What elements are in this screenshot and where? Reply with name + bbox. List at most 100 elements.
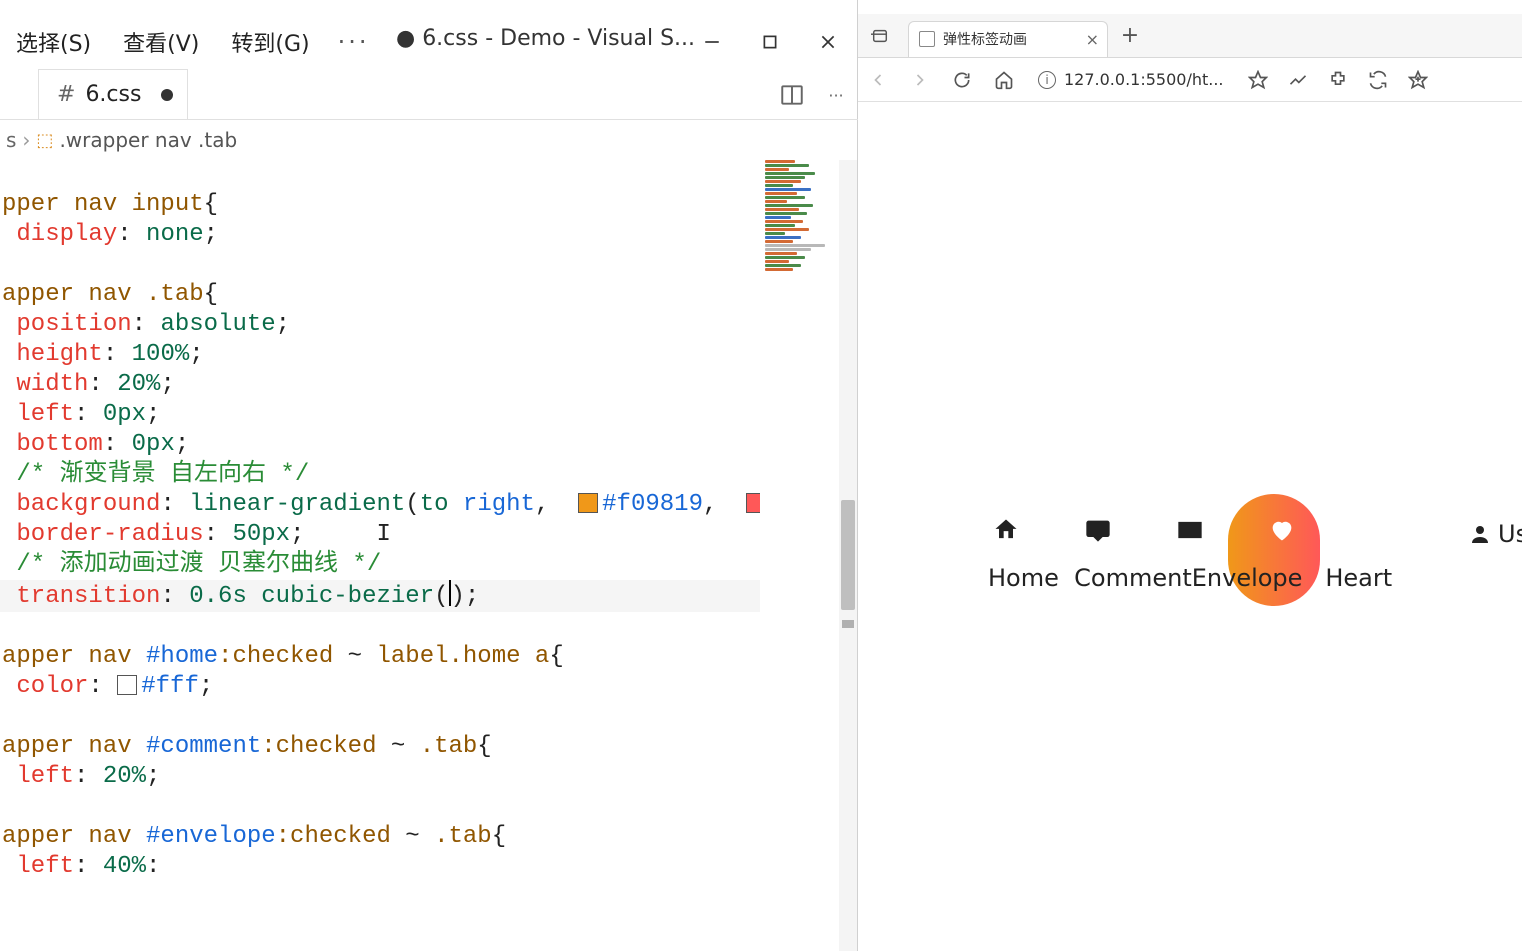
minimap[interactable] <box>765 160 835 300</box>
code-op: ~ <box>376 733 419 760</box>
scrollbar-thumb[interactable] <box>841 500 855 610</box>
code-prop: left <box>16 763 74 790</box>
code-prop: transition <box>16 583 160 610</box>
reload-button[interactable] <box>942 60 982 100</box>
maximize-button[interactable] <box>741 14 799 70</box>
nav-label-comment[interactable]: Comment <box>1074 564 1192 592</box>
menu-select[interactable]: 选择(S) <box>0 20 107 64</box>
tab-close-button[interactable]: × <box>1086 30 1099 49</box>
code-prop: background <box>16 491 160 518</box>
code-val: 20% <box>117 371 160 398</box>
code-prop: display <box>16 221 117 248</box>
sync-button[interactable] <box>1358 60 1398 100</box>
code-prop: color <box>16 673 88 700</box>
code-op: ~ <box>391 823 434 850</box>
chevron-right-icon: › <box>22 128 30 152</box>
code-prop: border-radius <box>16 521 203 548</box>
breadcrumb-prefix: s <box>6 128 16 152</box>
extensions-button[interactable] <box>1318 60 1358 100</box>
code-prop: width <box>16 371 88 398</box>
nav-envelope-icon[interactable] <box>1172 512 1208 548</box>
code-pseudo: :checked <box>261 733 376 760</box>
favicon-icon <box>919 31 935 47</box>
minimize-button[interactable] <box>683 14 741 70</box>
code-val: 0px <box>132 431 175 458</box>
menu-view[interactable]: 查看(V) <box>107 20 215 64</box>
nav-label-home[interactable]: Home <box>988 564 1059 592</box>
code-val: absolute <box>160 311 275 338</box>
window-title: ● 6.css - Demo - Visual S... <box>390 26 695 51</box>
code-dir: right <box>463 491 535 518</box>
code-comment: /* 渐变背景 自左向右 */ <box>16 461 309 488</box>
code-val: none <box>146 221 204 248</box>
code-pseudo: :checked <box>276 823 391 850</box>
favorites-button[interactable] <box>1238 60 1278 100</box>
color-swatch-icon[interactable] <box>746 493 760 513</box>
code-selector: apper nav <box>2 823 146 850</box>
file-tab-name: 6.css <box>85 82 141 107</box>
nav-label-heart[interactable]: Heart <box>1325 564 1392 592</box>
window-controls <box>683 14 857 70</box>
code-prop: position <box>16 311 131 338</box>
code-id: #comment <box>146 733 261 760</box>
code-selector: apper nav <box>2 643 146 670</box>
breadcrumb[interactable]: s › ⬚ .wrapper nav .tab <box>0 120 858 160</box>
code-val: 40% <box>103 853 146 880</box>
editor-more-button[interactable]: ··· <box>814 73 858 117</box>
url-text: 127.0.0.1:5500/ht... <box>1064 70 1224 89</box>
nav-heart-icon[interactable] <box>1264 512 1300 548</box>
code-selector: label.home a <box>376 643 549 670</box>
new-tab-button[interactable]: + <box>1114 20 1146 52</box>
nav-comment-icon[interactable] <box>1080 512 1116 548</box>
code-prop: left <box>16 853 74 880</box>
code-val: 100% <box>132 341 190 368</box>
nav-labels-row: Home Comment Envelope Heart <box>988 564 1508 592</box>
menu-goto[interactable]: 转到(G) <box>215 20 325 64</box>
nav-home-icon[interactable] <box>988 512 1024 548</box>
code-selector: pper nav input <box>2 191 204 218</box>
vscode-window: 选择(S) 查看(V) 转到(G) ··· ● 6.css - Demo - V… <box>0 0 858 951</box>
back-button[interactable] <box>858 60 898 100</box>
code-id: #home <box>146 643 218 670</box>
code-prop: left <box>16 401 74 428</box>
css-symbol-icon: ⬚ <box>36 130 53 151</box>
tab-nav-demo: Home Comment Envelope Heart User <box>988 512 1508 592</box>
close-button[interactable] <box>799 14 857 70</box>
menu-overflow[interactable]: ··· <box>326 22 382 62</box>
collections-button[interactable] <box>1398 60 1438 100</box>
code-hex: #fff <box>141 673 199 700</box>
code-fn: cubic-bezier <box>261 583 434 610</box>
code-selector: apper nav <box>2 733 146 760</box>
browser-toolbar: i 127.0.0.1:5500/ht... <box>858 58 1522 102</box>
code-op: ~ <box>333 643 376 670</box>
code-val: 20% <box>103 763 146 790</box>
vertical-scrollbar[interactable] <box>839 160 857 951</box>
code-prop: bottom <box>16 431 102 458</box>
editor-tabbar: # 6.css ··· <box>0 70 858 120</box>
file-tab-6css[interactable]: # 6.css <box>38 69 188 119</box>
browser-tab[interactable]: 弹性标签动画 × <box>908 21 1108 57</box>
browser-tabbar: 弹性标签动画 × + <box>858 14 1522 58</box>
home-button[interactable] <box>984 60 1024 100</box>
code-selector: apper nav .tab <box>2 281 204 308</box>
color-swatch-icon[interactable] <box>578 493 598 513</box>
code-editor[interactable]: pper nav input{ display: none; apper nav… <box>0 160 760 951</box>
code-class: .tab <box>434 823 492 850</box>
window-title-text: ● 6.css - Demo - Visual S... <box>396 26 695 51</box>
color-swatch-icon[interactable] <box>117 675 137 695</box>
nav-label-envelope[interactable]: Envelope <box>1192 564 1303 592</box>
address-bar[interactable]: i 127.0.0.1:5500/ht... <box>1030 64 1232 96</box>
site-info-icon[interactable]: i <box>1038 71 1056 89</box>
code-comment: /* 添加动画过渡 贝塞尔曲线 */ <box>16 551 381 578</box>
code-hex: #f09819 <box>602 491 703 518</box>
browser-page: Home Comment Envelope Heart User <box>858 102 1522 951</box>
performance-button[interactable] <box>1278 60 1318 100</box>
browser-tab-title: 弹性标签动画 <box>943 29 1027 49</box>
code-id: #envelope <box>146 823 276 850</box>
css-file-icon: # <box>57 82 75 107</box>
forward-button[interactable] <box>900 60 940 100</box>
code-val: 0.6s <box>189 583 247 610</box>
code-pseudo: :checked <box>218 643 333 670</box>
tab-actions-button[interactable] <box>858 14 902 58</box>
split-editor-button[interactable] <box>770 73 814 117</box>
